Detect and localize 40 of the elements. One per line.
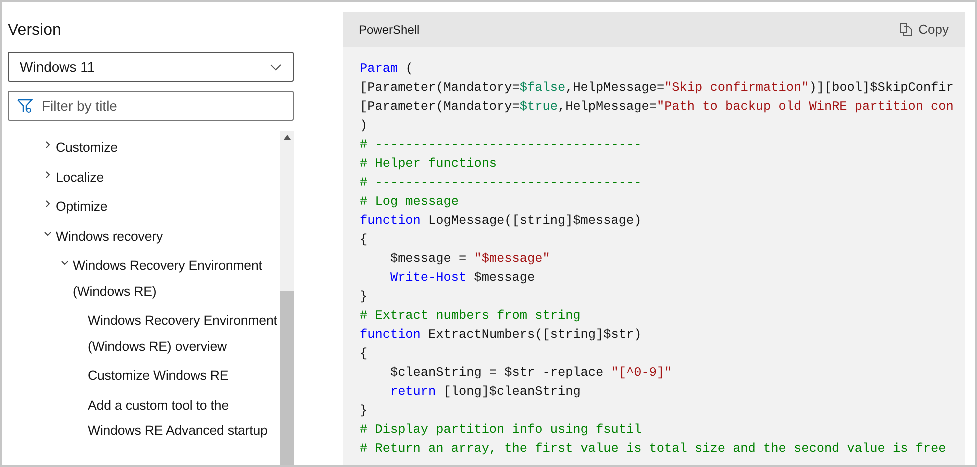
tree-item[interactable]: Localize: [56, 162, 104, 192]
code-line: {: [360, 231, 369, 249]
tree-item[interactable]: Windows Recovery Environment (Windows RE) overview: [88, 306, 278, 361]
tree-item[interactable]: Add a custom tool to the Windows RE Advanced startup: [88, 390, 278, 446]
tree-item[interactable]: Customize Windows RE: [88, 361, 229, 390]
code-line: ): [360, 117, 369, 135]
code-line: {: [360, 345, 369, 363]
scrollbar[interactable]: [280, 131, 294, 465]
code-line: # Display partition info using fsutil: [360, 421, 643, 439]
code-line: # -----------------------------------: [360, 136, 643, 154]
code-line: function ExtractNumbers([string]$str): [360, 326, 643, 344]
code-line: # -----------------------------------: [360, 174, 643, 192]
code-line: # Return an array, the first value is total size and the second value is free: [360, 440, 948, 458]
code-line: # Helper functions: [360, 155, 498, 173]
code-line: return [long]$cleanString: [389, 383, 582, 401]
scrollbar-thumb[interactable]: [280, 291, 294, 465]
copy-icon: [900, 22, 913, 36]
copy-button[interactable]: Copy: [900, 20, 949, 40]
code-line: Param (: [360, 60, 414, 78]
code-line: function LogMessage([string]$message): [360, 212, 643, 230]
scroll-up-arrow-icon: [284, 135, 290, 140]
tree-item[interactable]: Customize: [56, 133, 118, 162]
chevron-down-icon: [270, 64, 282, 70]
code-line: [Parameter(Mandatory=$false,HelpMessage="Skip confirmation")][bool]$SkipConfir: [360, 79, 955, 97]
code-line: $cleanString = $str -replace "[^0-9]": [389, 364, 674, 382]
sidebar-heading: Version: [8, 21, 62, 41]
filter-field[interactable]: Filter by title: [8, 91, 294, 121]
code-line: $message = "$message": [389, 250, 552, 268]
code-line: }: [360, 402, 369, 420]
version-dropdown[interactable]: Windows 11: [8, 52, 294, 82]
filter-icon: [17, 98, 33, 114]
code-line: [Parameter(Mandatory=$true,HelpMessage="Path to backup old WinRE partition con: [360, 98, 955, 116]
code-line: # Log message: [360, 193, 460, 211]
code-line: # Extract numbers from string: [360, 307, 582, 325]
code-language: PowerShell: [359, 22, 420, 38]
code-line: }: [360, 288, 369, 306]
tree-item[interactable]: Windows recovery: [56, 222, 164, 251]
tree-item[interactable]: Optimize: [56, 192, 108, 222]
code-line: Write-Host $message: [389, 269, 536, 287]
tree-item[interactable]: Windows Recovery Environment (Windows RE): [73, 251, 278, 306]
